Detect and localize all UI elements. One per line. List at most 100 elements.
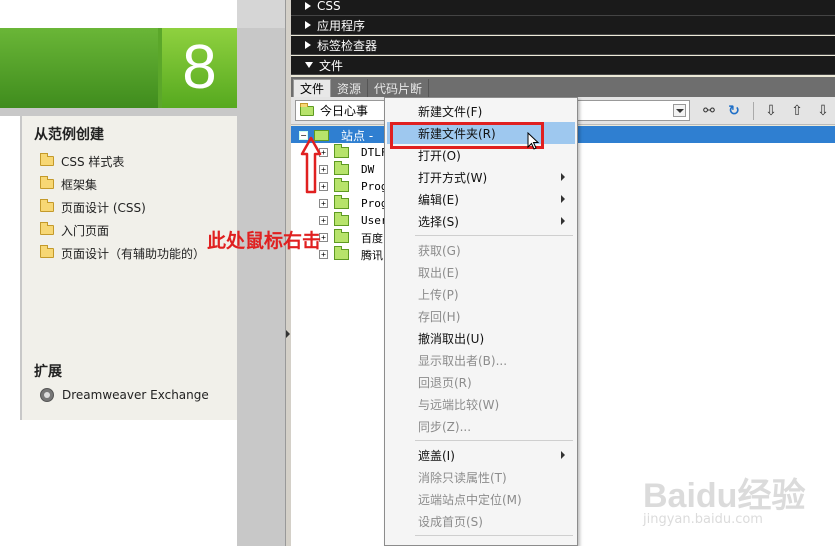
menu-item-put[interactable]: 上传(P) [387, 283, 575, 305]
folder-icon [334, 144, 349, 158]
menu-item-remove-readonly[interactable]: 消除只读属性(T) [387, 466, 575, 488]
menu-item-check-out[interactable]: 取出(E) [387, 261, 575, 283]
submenu-arrow-icon [561, 451, 565, 459]
tab-snippets[interactable]: 代码片断 [368, 79, 430, 97]
context-menu: 新建文件(F) 新建文件夹(R) 打开(O) 打开方式(W) 编辑(E) 选择(… [384, 97, 578, 546]
menu-item-label: 遮盖(I) [418, 448, 455, 463]
red-up-arrow-icon [300, 136, 322, 194]
tree-row[interactable]: + DW [319, 161, 374, 178]
folder-icon [334, 229, 349, 243]
start-top-strip-right [237, 0, 285, 28]
menu-item-label: 打开(O) [418, 148, 461, 163]
create-item-frameset[interactable]: 框架集 [40, 175, 97, 193]
create-item-label: 页面设计（有辅助功能的） [61, 246, 206, 261]
folder-icon [40, 245, 54, 258]
menu-item-synchronize[interactable]: 同步(Z)... [387, 415, 575, 437]
menu-item-new-file[interactable]: 新建文件(F) [387, 100, 575, 122]
banner-number: 8 [182, 33, 217, 102]
menu-item-label: 撤消取出(U) [418, 331, 485, 346]
toolbar-separator [753, 102, 754, 120]
create-item-label: 入门页面 [61, 223, 110, 238]
start-bottom-area [0, 420, 237, 546]
connect-icon[interactable]: ⚯ [699, 101, 719, 121]
menu-item-open-with[interactable]: 打开方式(W) [387, 166, 575, 188]
folder-icon [300, 102, 314, 116]
menu-item-get[interactable]: 获取(G) [387, 239, 575, 261]
refresh-icon[interactable]: ↻ [724, 101, 744, 121]
menu-separator [415, 535, 573, 536]
tree-row[interactable]: + 腾讯 [319, 246, 383, 263]
tree-row[interactable]: + DTLF [319, 144, 388, 161]
menu-item-label: 新建文件(F) [418, 104, 483, 119]
put-files-icon[interactable]: ⇧ [787, 101, 807, 121]
watermark-url: jingyan.baidu.com [643, 512, 763, 527]
menu-item-compare-remote[interactable]: 与远端比较(W) [387, 393, 575, 415]
menu-item-label: 选择(S) [418, 214, 459, 229]
expand-box-icon[interactable]: + [319, 199, 328, 208]
tree-row-label: 腾讯 [361, 248, 383, 262]
create-item-label: CSS 样式表 [61, 154, 125, 169]
menu-item-label: 上传(P) [418, 287, 459, 302]
dreamweaver-exchange-link[interactable]: Dreamweaver Exchange [40, 386, 209, 404]
tree-row[interactable]: + Prog [319, 195, 388, 212]
menu-item-check-in[interactable]: 存回(H) [387, 305, 575, 327]
menu-item-edit[interactable]: 编辑(E) [387, 188, 575, 210]
extend-section-title: 扩展 [34, 364, 62, 380]
collapse-arrow-icon[interactable] [286, 330, 290, 338]
folder-icon [40, 222, 54, 235]
folder-icon [334, 161, 349, 175]
menu-item-label: 显示取出者(B)... [418, 353, 508, 368]
baidu-watermark: Baidu经验 jingyan.baidu.com [643, 468, 823, 538]
folder-icon [40, 153, 54, 166]
exchange-label: Dreamweaver Exchange [62, 388, 209, 402]
menu-item-label: 取出(E) [418, 265, 459, 280]
panel-header-tag-inspector[interactable]: 标签检查器 [291, 36, 835, 55]
menu-item-label: 同步(Z)... [418, 419, 472, 434]
mouse-cursor-icon [527, 132, 539, 150]
expand-box-icon[interactable]: + [319, 216, 328, 225]
menu-item-cloaking[interactable]: 遮盖(I) [387, 444, 575, 466]
expand-triangle-icon [305, 21, 311, 29]
menu-item-label: 与远端比较(W) [418, 397, 500, 412]
menu-item-label: 存回(H) [418, 309, 461, 324]
create-item-label: 框架集 [61, 177, 98, 192]
tree-row-label: 百度 [361, 231, 383, 245]
folder-icon [334, 178, 349, 192]
create-section-title: 从范例创建 [34, 127, 104, 143]
menu-separator [415, 440, 573, 441]
start-page: 8 从范例创建 CSS 样式表 框架集 页面设计 (CSS) 入门页面 页面设计… [0, 0, 285, 546]
panel-header-css[interactable]: CSS [291, 0, 835, 16]
tree-row-label: DW [361, 163, 375, 176]
panel-header-application[interactable]: 应用程序 [291, 16, 835, 35]
create-item-accessible-design[interactable]: 页面设计（有辅助功能的） [40, 244, 205, 262]
submenu-arrow-icon [561, 173, 565, 181]
create-item-css[interactable]: CSS 样式表 [40, 152, 124, 170]
highlight-box [390, 122, 544, 149]
tree-row[interactable]: + User [319, 212, 388, 229]
expand-triangle-icon [305, 41, 311, 49]
chevron-down-icon[interactable] [673, 104, 686, 117]
create-item-page-design-css[interactable]: 页面设计 (CSS) [40, 198, 146, 216]
menu-item-label: 编辑(E) [418, 192, 459, 207]
site-select-value: 今日心事 [320, 104, 369, 118]
banner-shade [0, 28, 158, 108]
menu-item-set-home-page[interactable]: 设成首页(S) [387, 510, 575, 532]
menu-item-rollback-page[interactable]: 回退页(R) [387, 371, 575, 393]
menu-item-show-checked-out-by[interactable]: 显示取出者(B)... [387, 349, 575, 371]
tab-files[interactable]: 文件 [293, 79, 332, 97]
menu-item-undo-check-out[interactable]: 撤消取出(U) [387, 327, 575, 349]
tab-assets[interactable]: 资源 [331, 79, 369, 97]
panel-header-label: 文件 [319, 58, 344, 73]
get-files-icon[interactable]: ⇩ [761, 101, 781, 121]
tree-row[interactable]: + 百度 [319, 229, 383, 246]
watermark-logo: Baidu经验 [643, 477, 806, 515]
exchange-icon [40, 388, 54, 402]
menu-item-select[interactable]: 选择(S) [387, 210, 575, 232]
create-item-starter-page[interactable]: 入门页面 [40, 221, 109, 239]
submenu-arrow-icon [561, 217, 565, 225]
tree-row[interactable]: + Prog [319, 178, 388, 195]
submenu-arrow-icon [561, 195, 565, 203]
menu-item-locate-remote[interactable]: 远端站点中定位(M) [387, 488, 575, 510]
check-out-icon[interactable]: ⇩ [813, 101, 833, 121]
panel-header-files[interactable]: 文件 [291, 56, 835, 75]
